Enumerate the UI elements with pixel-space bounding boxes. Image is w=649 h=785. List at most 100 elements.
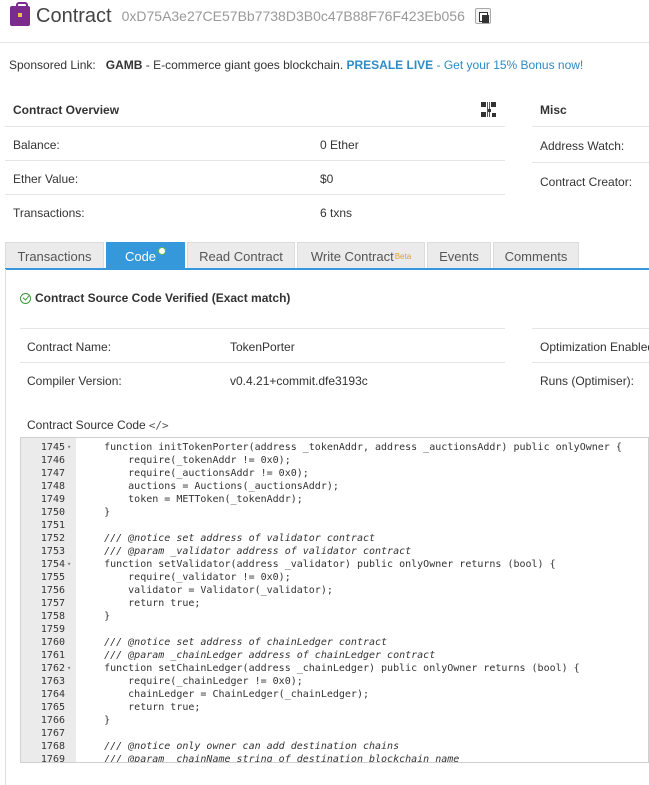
- code-text: /// @param _chainLedger address of chain…: [80, 650, 436, 661]
- balance-label: Balance:: [13, 138, 60, 152]
- info-divider: [532, 328, 649, 329]
- page-header: Contract 0xD75A3e27CE57Bb7738D3B0c47B88F…: [10, 2, 491, 30]
- verified-text: Contract Source Code Verified (Exact mat…: [35, 291, 291, 305]
- code-line: 1767: [21, 727, 648, 740]
- compiler-version-label: Compiler Version:: [27, 374, 122, 388]
- code-text: require(_auctionsAddr != 0x0);: [80, 468, 309, 479]
- code-lines: 1745 ▾ function initTokenPorter(address _…: [21, 441, 648, 763]
- contract-briefcase-icon: [10, 2, 30, 26]
- line-number: 1760: [40, 637, 65, 648]
- copy-address-icon[interactable]: [474, 8, 491, 24]
- line-number: 1746: [40, 455, 65, 466]
- line-number: 1751: [40, 520, 65, 531]
- code-text: /// @notice only owner can add destinati…: [80, 741, 400, 752]
- code-text: return true;: [80, 598, 201, 609]
- code-line: 1757 return true;: [21, 597, 648, 610]
- fold-arrow-icon[interactable]: ▾: [67, 662, 71, 675]
- code-text: }: [80, 611, 111, 622]
- source-code-editor[interactable]: 1745 ▾ function initTokenPorter(address _…: [20, 437, 649, 763]
- code-text: function setChainLedger(address _chainLe…: [80, 663, 580, 674]
- sponsored-label: Sponsored Link:: [9, 58, 96, 72]
- code-tag-icon: </>: [148, 418, 169, 432]
- tab-label: Events: [439, 248, 479, 264]
- code-line: 1764 chainLedger = ChainLedger(_chainLed…: [21, 688, 648, 701]
- line-number: 1768: [40, 741, 65, 752]
- code-line: 1758 }: [21, 610, 648, 623]
- line-number: 1763: [40, 676, 65, 687]
- line-number: 1747: [40, 468, 65, 479]
- transactions-label: Transactions:: [13, 206, 85, 220]
- code-line: 1748 auctions = Auctions(_auctionsAddr);: [21, 480, 648, 493]
- check-circle-icon: [20, 292, 31, 304]
- source-code-label: Contract Source Code: [27, 418, 146, 432]
- code-line: 1753 /// @param _validator address of va…: [21, 545, 648, 558]
- line-number: 1762: [40, 663, 65, 674]
- transactions-value[interactable]: 6 txns: [320, 206, 352, 220]
- code-text: require(_validator != 0x0);: [80, 572, 291, 583]
- sponsor-bonus-link[interactable]: - Get your 15% Bonus now!: [433, 58, 584, 72]
- code-text: return true;: [80, 702, 201, 713]
- info-divider: [20, 362, 505, 363]
- code-line: 1746 require(_tokenAddr != 0x0);: [21, 454, 648, 467]
- row-divider: [5, 194, 505, 195]
- row-divider: [5, 160, 505, 161]
- tab-label: Write Contract: [310, 248, 394, 264]
- code-line: 1760 /// @notice set address of chainLed…: [21, 636, 648, 649]
- code-line: 1766 }: [21, 714, 648, 727]
- line-number: 1767: [40, 728, 65, 739]
- fold-arrow-icon[interactable]: ▾: [67, 558, 71, 571]
- tab-label: Code: [124, 248, 157, 264]
- header-divider: [0, 42, 649, 43]
- code-text: /// @param _chainName string of destinat…: [80, 754, 460, 763]
- tab-label: Read Contract: [199, 248, 283, 264]
- code-line: 1750 }: [21, 506, 648, 519]
- line-number: 1752: [40, 533, 65, 544]
- sponsor-presale-link[interactable]: PRESALE LIVE: [347, 58, 434, 72]
- address-watch-label: Address Watch:: [540, 139, 625, 153]
- code-line: 1769 /// @param _chainName string of des…: [21, 753, 648, 763]
- code-line: 1765 return true;: [21, 701, 648, 714]
- code-line: 1756 validator = Validator(_validator);: [21, 584, 648, 597]
- line-number: 1761: [40, 650, 65, 661]
- contract-name-label: Contract Name:: [27, 340, 112, 354]
- line-number: 1765: [40, 702, 65, 713]
- line-number: 1754: [40, 559, 65, 570]
- tabs-underline: [5, 268, 649, 270]
- sponsored-link: Sponsored Link: GAMB - E-commerce giant g…: [9, 58, 583, 72]
- line-number: 1750: [40, 507, 65, 518]
- balance-value: 0 Ether: [320, 138, 359, 152]
- runs-label: Runs (Optimiser):: [540, 374, 635, 388]
- qr-code-icon[interactable]: [481, 102, 496, 117]
- sponsor-description[interactable]: - E-commerce giant goes blockchain.: [142, 58, 346, 72]
- line-number: 1753: [40, 546, 65, 557]
- source-code-heading: Contract Source Code </>: [27, 418, 169, 432]
- line-number: 1756: [40, 585, 65, 596]
- tab-label: Comments: [504, 248, 568, 264]
- beta-badge: Beta: [394, 251, 412, 261]
- contract-address: 0xD75A3e27CE57Bb7738D3B0c47B88F76F423Eb0…: [121, 8, 465, 24]
- tab-code[interactable]: Code: [106, 242, 185, 269]
- code-line: 1745 ▾ function initTokenPorter(address _…: [21, 441, 648, 454]
- code-line: 1759: [21, 623, 648, 636]
- tab-comments[interactable]: Comments: [493, 242, 579, 269]
- tab-events[interactable]: Events: [427, 242, 491, 269]
- fold-arrow-icon[interactable]: ▾: [67, 441, 71, 454]
- code-text: require(_tokenAddr != 0x0);: [80, 455, 291, 466]
- sponsor-brand-link[interactable]: GAMB: [106, 58, 143, 72]
- tab-transactions[interactable]: Transactions: [5, 242, 104, 269]
- tab-read-contract[interactable]: Read Contract: [187, 242, 295, 269]
- code-text: /// @notice set address of validator con…: [80, 533, 376, 544]
- code-text: auctions = Auctions(_auctionsAddr);: [80, 481, 339, 492]
- code-text: /// @param _validator address of validat…: [80, 546, 412, 557]
- code-text: /// @notice set address of chainLedger c…: [80, 637, 388, 648]
- code-text: validator = Validator(_validator);: [80, 585, 333, 596]
- tab-write-contract[interactable]: Write Contract Beta: [297, 242, 425, 269]
- line-number: 1749: [40, 494, 65, 505]
- code-text: function setValidator(address _validator…: [80, 559, 556, 570]
- code-line: 1754 ▾ function setValidator(address _val…: [21, 558, 648, 571]
- code-line: 1755 require(_validator != 0x0);: [21, 571, 648, 584]
- optimization-label: Optimization Enabled:: [540, 340, 649, 354]
- line-number: 1745: [40, 442, 65, 453]
- info-divider: [532, 362, 649, 363]
- page-title: Contract: [36, 4, 112, 27]
